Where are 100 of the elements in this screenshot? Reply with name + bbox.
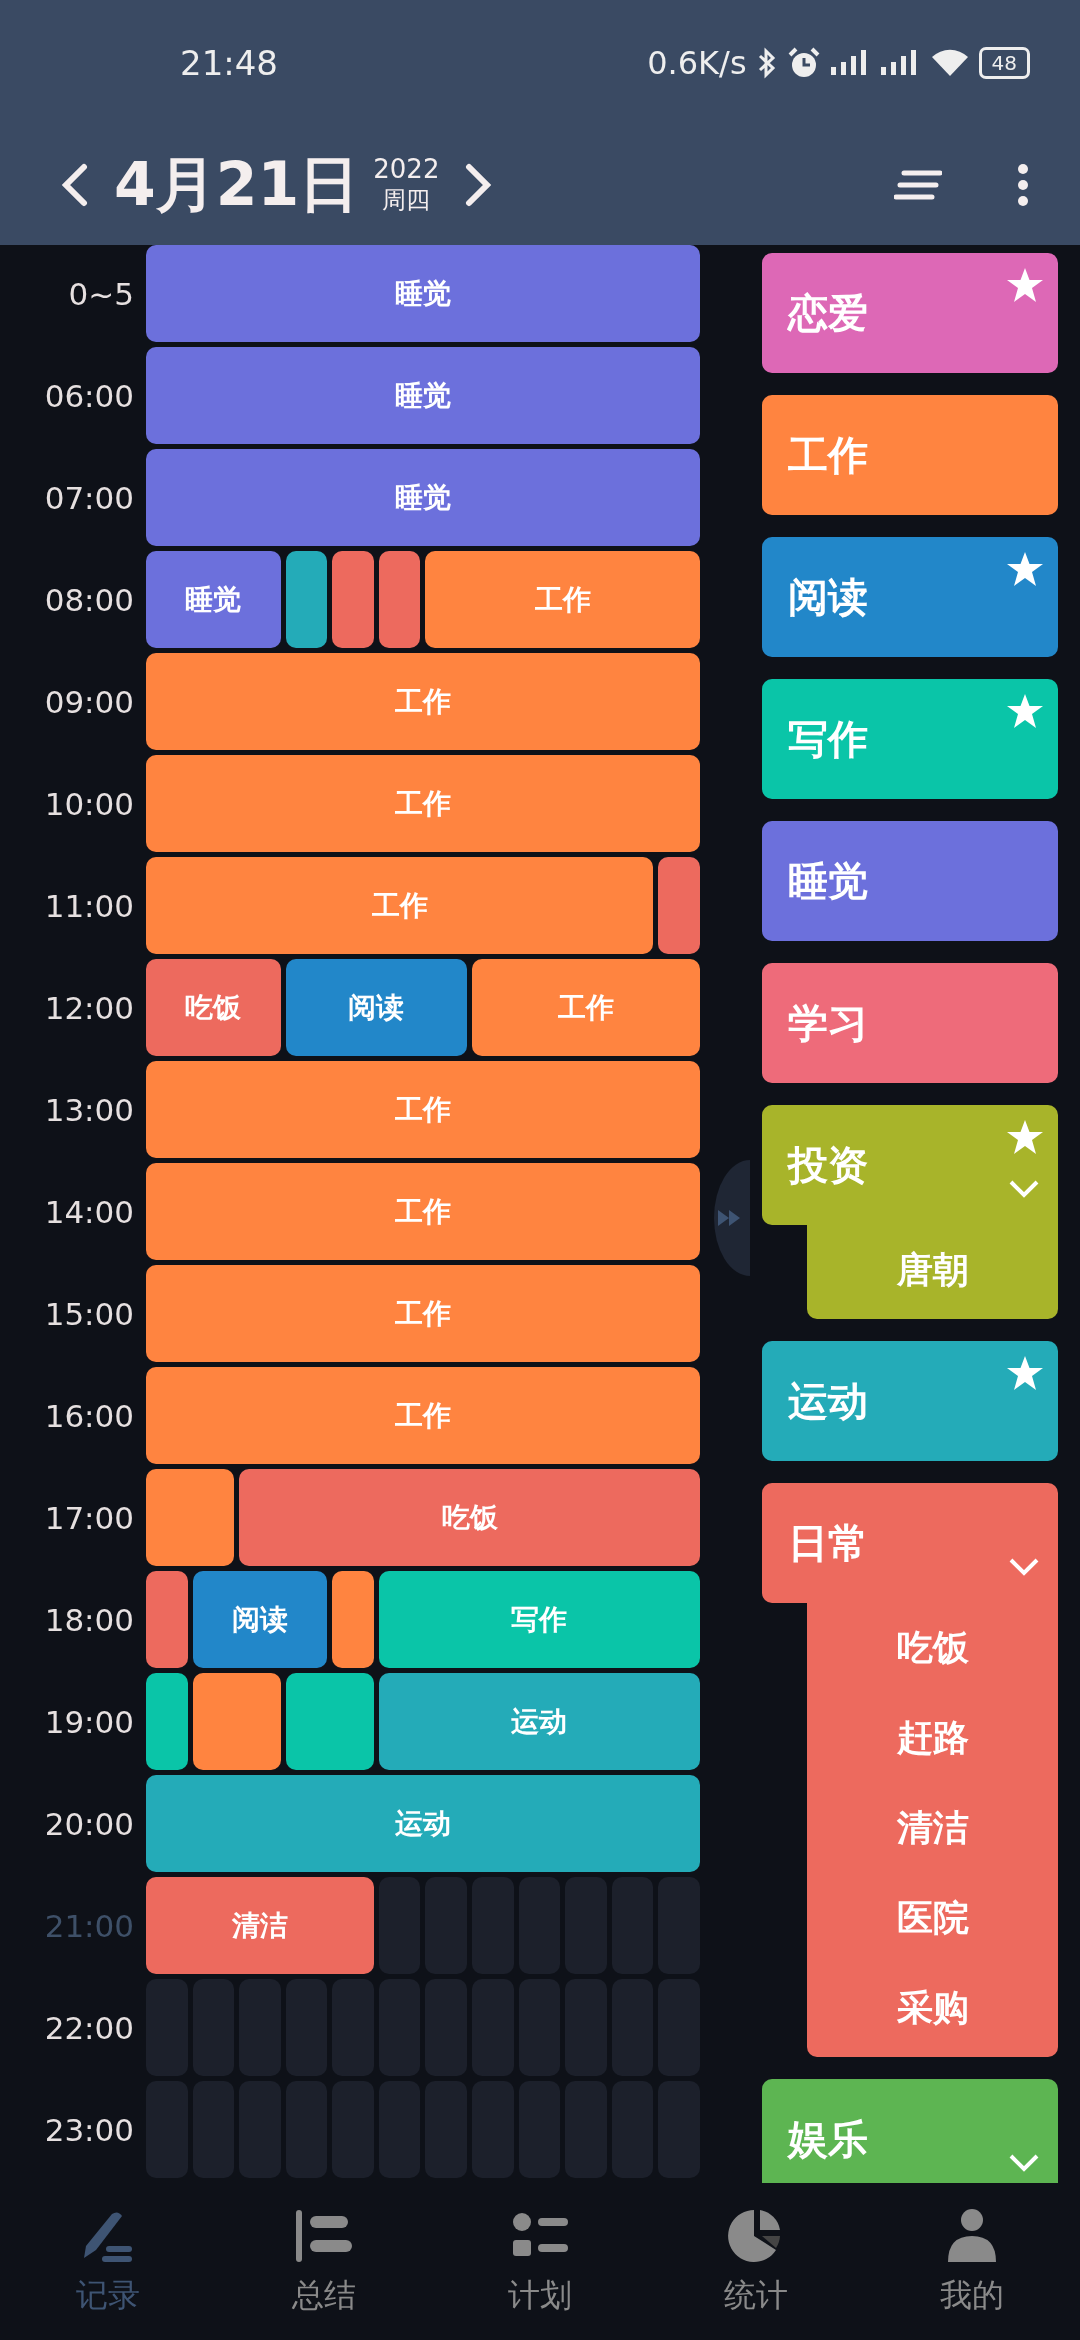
activity-cell[interactable]: [658, 1673, 700, 1770]
star-icon[interactable]: [1006, 551, 1044, 587]
activity-cell[interactable]: [658, 653, 700, 750]
chevron-down-icon[interactable]: [1008, 1179, 1040, 1199]
hour-label: 10:00: [43, 785, 135, 822]
nav-tab[interactable]: 计划: [432, 2183, 648, 2340]
activity-cell[interactable]: [239, 551, 281, 648]
activity-cell[interactable]: [146, 1265, 193, 1362]
nav-tab[interactable]: 统计: [648, 2183, 864, 2340]
category-card[interactable]: 睡觉: [762, 821, 1058, 941]
activity-label: 工作: [395, 785, 451, 822]
activity-cell[interactable]: [425, 959, 468, 1056]
activity-cell[interactable]: [332, 1877, 374, 1974]
activity-cell[interactable]: [378, 1571, 426, 1668]
activity-cell[interactable]: [658, 1061, 700, 1158]
activity-cell[interactable]: [146, 1571, 188, 1668]
nav-tab[interactable]: 总结: [216, 2183, 432, 2340]
activity-cell[interactable]: [146, 755, 193, 852]
activity-cell[interactable]: [658, 1469, 700, 1566]
category-card[interactable]: 写作: [762, 679, 1058, 799]
activity-cell[interactable]: [658, 347, 700, 444]
subcategory-item[interactable]: 吃饭: [896, 1603, 969, 1693]
activity-cell[interactable]: [378, 1673, 426, 1770]
battery-indicator: 48: [978, 46, 1030, 79]
activity-cell[interactable]: [658, 1775, 700, 1872]
activity-cell[interactable]: [239, 1469, 286, 1566]
activity-cell[interactable]: [611, 857, 654, 954]
activity-cell[interactable]: [146, 1061, 193, 1158]
expand-handle[interactable]: [714, 1160, 750, 1276]
activity-cell[interactable]: [146, 1163, 193, 1260]
activity-cell[interactable]: [285, 1571, 328, 1668]
activity-cell[interactable]: [658, 1265, 700, 1362]
activity-cell[interactable]: [146, 857, 193, 954]
activity-label: 工作: [395, 1091, 451, 1128]
activity-cell[interactable]: [658, 959, 700, 1056]
activity-cell[interactable]: [658, 1367, 700, 1464]
category-card[interactable]: 娱乐: [762, 2079, 1058, 2183]
activity-cell[interactable]: [658, 449, 700, 546]
chevron-down-icon[interactable]: [1008, 2153, 1040, 2173]
hour-label: 06:00: [43, 377, 135, 414]
activity-cell[interactable]: [658, 245, 700, 342]
more-options-icon[interactable]: [1016, 163, 1030, 207]
activity-cell[interactable]: [146, 1877, 193, 1974]
activity-cell[interactable]: [658, 551, 700, 648]
subcategory-item[interactable]: 赶路: [896, 1693, 969, 1783]
activity-cell[interactable]: [285, 551, 328, 648]
category-card[interactable]: 工作: [762, 395, 1058, 515]
star-icon[interactable]: [1006, 693, 1044, 729]
activity-cell[interactable]: [332, 551, 374, 648]
activity-cell[interactable]: [146, 347, 193, 444]
hour-label: 18:00: [43, 1601, 135, 1638]
hour-label: 11:00: [43, 887, 135, 924]
hour-label: 19:00: [43, 1703, 135, 1740]
activity-cell[interactable]: [378, 551, 421, 648]
next-day-icon[interactable]: [463, 163, 494, 207]
bluetooth-icon: [756, 46, 777, 79]
activity-cell[interactable]: [425, 551, 473, 648]
activity-cell[interactable]: [472, 959, 519, 1056]
activity-cell[interactable]: [658, 755, 700, 852]
hour-label: 09:00: [43, 683, 135, 720]
activity-cell[interactable]: [658, 857, 700, 954]
activity-cell[interactable]: [146, 449, 193, 546]
subcategory-item[interactable]: 清洁: [896, 1783, 969, 1873]
category-card[interactable]: 运动: [762, 1341, 1058, 1461]
hour-label: 20:00: [43, 1805, 135, 1842]
activity-cell[interactable]: [332, 1571, 374, 1668]
activity-cell[interactable]: [192, 1673, 240, 1770]
star-icon[interactable]: [1006, 267, 1044, 303]
activity-cell[interactable]: [658, 1571, 700, 1668]
activity-cell[interactable]: [239, 1673, 281, 1770]
category-card[interactable]: 投资: [762, 1105, 1058, 1225]
activity-cell[interactable]: [192, 1469, 235, 1566]
previous-day-icon[interactable]: [60, 163, 90, 207]
activity-cell[interactable]: [146, 1367, 193, 1464]
activity-cell[interactable]: [146, 1775, 193, 1872]
network-speed: 0.6K/s: [647, 43, 747, 82]
activity-cell[interactable]: [285, 1673, 333, 1770]
category-card[interactable]: 学习: [762, 963, 1058, 1083]
activity-cell[interactable]: [658, 1163, 700, 1260]
category-card[interactable]: 恋爱: [762, 253, 1058, 373]
activity-cell[interactable]: [285, 959, 333, 1056]
category-card[interactable]: 阅读: [762, 537, 1058, 657]
star-icon[interactable]: [1006, 1355, 1044, 1391]
sort-icon[interactable]: [894, 170, 942, 200]
category-card[interactable]: 日常: [762, 1483, 1058, 1603]
nav-tab[interactable]: 记录: [0, 2183, 216, 2340]
activity-cell[interactable]: [146, 1673, 188, 1770]
nav-tab[interactable]: 我的: [864, 2183, 1080, 2340]
activity-cell[interactable]: [146, 1469, 193, 1566]
activity-cell[interactable]: [146, 653, 193, 750]
hour-label: 08:00: [43, 581, 135, 618]
activity-label: 睡觉: [185, 581, 242, 618]
activity-label: 阅读: [348, 989, 405, 1026]
activity-cell[interactable]: [239, 959, 281, 1056]
subcategory-item[interactable]: 医院: [896, 1873, 969, 1963]
subcategory-item[interactable]: 采购: [896, 1963, 969, 2053]
activity-cell[interactable]: [146, 245, 193, 342]
star-icon[interactable]: [1006, 1119, 1044, 1155]
chevron-down-icon[interactable]: [1008, 1557, 1040, 1577]
activity-cell[interactable]: [332, 1673, 374, 1770]
